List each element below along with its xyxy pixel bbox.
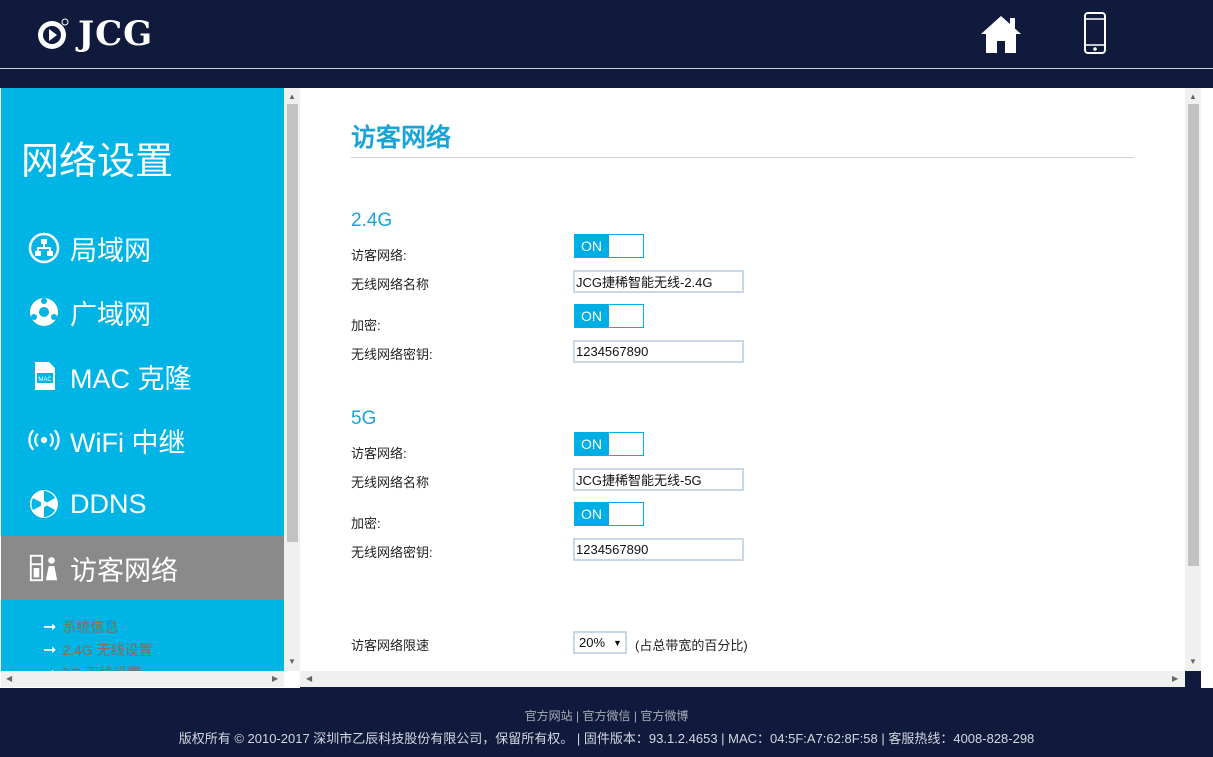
wireless-key-label: 无线网络密钥: xyxy=(351,347,433,362)
footer-separator: | xyxy=(576,709,580,723)
wan-icon xyxy=(28,296,60,328)
scroll-left-icon[interactable]: ◀ xyxy=(306,674,312,683)
top-header: JCG xyxy=(0,0,1213,68)
speed-limit-select[interactable]: 20% ▼ xyxy=(573,631,627,654)
title-divider xyxy=(351,157,1134,158)
encryption-5g-toggle[interactable]: ON xyxy=(574,502,644,526)
sidebar-item-label: 访客网络 xyxy=(70,555,178,586)
main-scroll-thumb[interactable] xyxy=(1188,104,1199,566)
speed-limit-label: 访客网络限速 xyxy=(351,638,430,653)
footer-link-weibo[interactable]: 官方微博 xyxy=(640,709,688,723)
svg-text:MAC: MAC xyxy=(38,377,52,383)
page-title: 访客网络 xyxy=(351,124,452,152)
scroll-right-icon[interactable]: ▶ xyxy=(1172,674,1178,683)
sidebar-item-label: DDNS xyxy=(70,488,147,519)
ssid-5g-input[interactable] xyxy=(573,468,744,491)
chevron-down-icon: ▼ xyxy=(613,637,622,648)
footer-link-wechat[interactable]: 官方微信 xyxy=(582,709,630,723)
footer-link-official-site[interactable]: 官方网站 xyxy=(525,709,573,723)
guest-network-24g-toggle[interactable]: ON xyxy=(574,234,644,258)
footer-info: 版权所有 © 2010-2017 深圳市乙辰科技股份有限公司，保留所有权。 | … xyxy=(178,731,1035,746)
lan-icon xyxy=(28,232,60,264)
footer-separator: | xyxy=(633,709,637,723)
sidebar-item-label: WiFi 中继 xyxy=(70,427,186,458)
logo[interactable]: JCG xyxy=(36,14,153,54)
main-content: 访客网络 2.4G 访客网络: ON 无线网络名称 加密: ON 无线网络密钥:… xyxy=(300,88,1185,671)
main-horizontal-scrollbar[interactable] xyxy=(300,671,1185,687)
sidebar-subitem-label: 系统信息 xyxy=(62,619,119,635)
toggle-on-label: ON xyxy=(575,503,609,525)
logo-text: JCG xyxy=(78,14,154,54)
sidebar-item-label: 广域网 xyxy=(70,299,151,330)
wireless-key-24g-input[interactable] xyxy=(573,340,744,363)
speed-limit-hint: (占总带宽的百分比) xyxy=(635,638,748,653)
sidebar-item-lan[interactable]: 局域网 xyxy=(1,216,284,280)
band-5g-heading: 5G xyxy=(351,408,377,429)
jcg-logo-mark-icon xyxy=(38,18,69,49)
phone-icon[interactable] xyxy=(1083,12,1107,54)
sidebar-title: 网络设置 xyxy=(21,141,174,183)
sidebar-item-ddns[interactable]: DDNS xyxy=(1,472,284,536)
ssid-label: 无线网络名称 xyxy=(351,475,430,490)
footer-links: 官方网站 | 官方微信 | 官方微博 xyxy=(0,707,1213,724)
frame-border xyxy=(1201,88,1213,688)
sidebar-item-label: MAC 克隆 xyxy=(70,363,192,394)
scroll-down-icon[interactable]: ▼ xyxy=(1189,657,1197,666)
sidebar-item-mac-clone[interactable]: MAC MAC 克隆 xyxy=(1,344,284,408)
speed-limit-value: 20% xyxy=(579,635,606,650)
wifi-repeater-icon xyxy=(28,424,60,456)
sidebar-horizontal-scrollbar[interactable] xyxy=(1,671,284,687)
ddns-icon xyxy=(28,488,60,520)
sidebar: 网络设置 局域网 广域网 MAC MAC 克隆 WiFi 中继 DDNS 访客网… xyxy=(1,88,284,671)
sidebar-item-wifi-repeater[interactable]: WiFi 中继 xyxy=(1,408,284,472)
home-icon[interactable] xyxy=(979,13,1023,55)
arrow-right-icon: ➞ xyxy=(43,642,57,659)
scroll-up-icon[interactable]: ▲ xyxy=(1189,92,1197,101)
sidebar-subitem-5g-wireless[interactable]: ➞ 5G 无线设置 xyxy=(43,663,141,671)
arrow-right-icon: ➞ xyxy=(43,619,57,636)
sidebar-item-guest-network[interactable]: 访客网络 xyxy=(1,536,284,600)
sidebar-scroll-thumb[interactable] xyxy=(287,104,298,542)
scroll-down-icon[interactable]: ▼ xyxy=(288,657,296,666)
encryption-label: 加密: xyxy=(351,318,381,333)
scroll-left-icon[interactable]: ◀ xyxy=(6,674,12,683)
wireless-key-label: 无线网络密钥: xyxy=(351,545,433,560)
encryption-label: 加密: xyxy=(351,516,381,531)
arrow-right-icon: ➞ xyxy=(43,663,56,671)
ssid-label: 无线网络名称 xyxy=(351,277,430,292)
header-divider xyxy=(0,68,1213,69)
toggle-on-label: ON xyxy=(575,305,609,327)
encryption-24g-toggle[interactable]: ON xyxy=(574,304,644,328)
sidebar-item-label: 局域网 xyxy=(70,235,151,266)
sidebar-subitem-system-info[interactable]: ➞ 系统信息 xyxy=(43,617,118,637)
wireless-key-5g-input[interactable] xyxy=(573,538,744,561)
sidebar-subitem-24g-wireless[interactable]: ➞ 2.4G 无线设置 xyxy=(43,640,153,660)
sidebar-subitem-label: 2.4G 无线设置 xyxy=(62,642,153,658)
guest-network-label: 访客网络: xyxy=(351,248,407,263)
scroll-up-icon[interactable]: ▲ xyxy=(288,92,296,101)
toggle-on-label: ON xyxy=(575,235,609,257)
mac-clone-icon: MAC xyxy=(28,360,60,392)
ssid-24g-input[interactable] xyxy=(573,270,744,293)
band-24g-heading: 2.4G xyxy=(351,210,393,231)
guest-network-label: 访客网络: xyxy=(351,446,407,461)
guest-network-icon xyxy=(28,552,60,584)
toggle-on-label: ON xyxy=(575,433,609,455)
sidebar-subitem-label: 5G 无线设置 xyxy=(62,663,141,671)
sidebar-item-wan[interactable]: 广域网 xyxy=(1,280,284,344)
scroll-right-icon[interactable]: ▶ xyxy=(272,674,278,683)
guest-network-5g-toggle[interactable]: ON xyxy=(574,432,644,456)
